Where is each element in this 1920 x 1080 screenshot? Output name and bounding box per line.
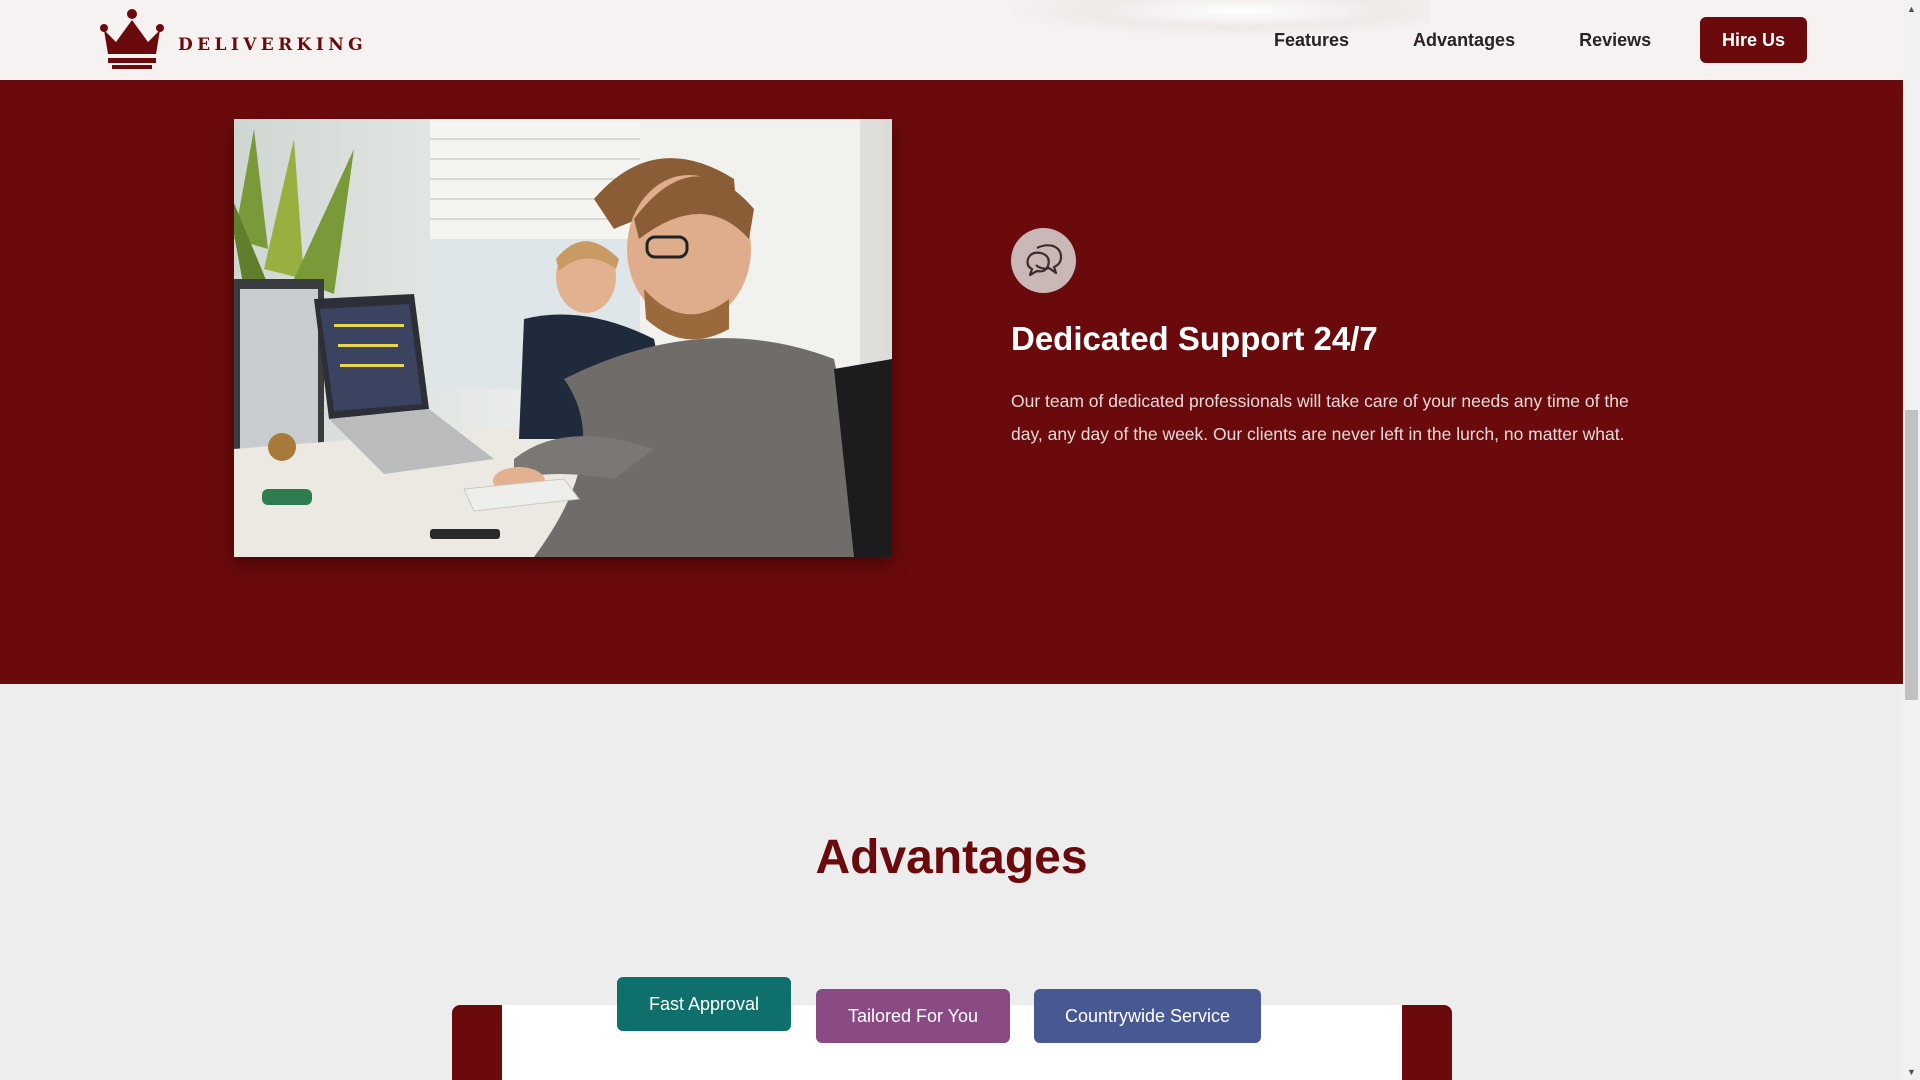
tab-fast-approval[interactable]: Fast Approval (617, 977, 791, 1031)
support-title: Dedicated Support 24/7 (1011, 320, 1378, 357)
tab-tailored-for-you[interactable]: Tailored For You (816, 989, 1010, 1043)
support-icon-circle (1011, 228, 1076, 293)
page: DELIVERKING Features Advantages Reviews … (0, 0, 1903, 1080)
scrollbar-thumb[interactable] (1905, 410, 1918, 700)
advantages-title: Advantages (815, 831, 1088, 884)
nav-link-advantages[interactable]: Advantages (1413, 30, 1515, 51)
brand-name: DELIVERKING (178, 35, 368, 55)
nav-link-features[interactable]: Features (1274, 30, 1349, 51)
scroll-down-arrow-icon[interactable]: ▼ (1903, 1063, 1920, 1080)
nav-link-reviews[interactable]: Reviews (1579, 30, 1651, 51)
hire-us-button[interactable]: Hire Us (1700, 17, 1807, 63)
crown-icon (100, 9, 164, 69)
scroll-up-arrow-icon[interactable]: ▲ (1903, 0, 1920, 17)
support-description: Our team of dedicated professionals will… (1011, 391, 1629, 444)
office-workers-photo (234, 119, 892, 557)
main-nav: Features Advantages Reviews (1274, 0, 1651, 80)
page-scrollbar[interactable]: ▲ ▼ (1903, 0, 1920, 1080)
support-section: Dedicated Support 24/7 Our team of dedic… (0, 80, 1903, 684)
brand-logo[interactable]: DELIVERKING (100, 8, 367, 70)
tab-countrywide-service[interactable]: Countrywide Service (1034, 989, 1261, 1043)
site-header: DELIVERKING Features Advantages Reviews … (0, 0, 1903, 80)
chat-bubbles-icon (1025, 243, 1062, 276)
